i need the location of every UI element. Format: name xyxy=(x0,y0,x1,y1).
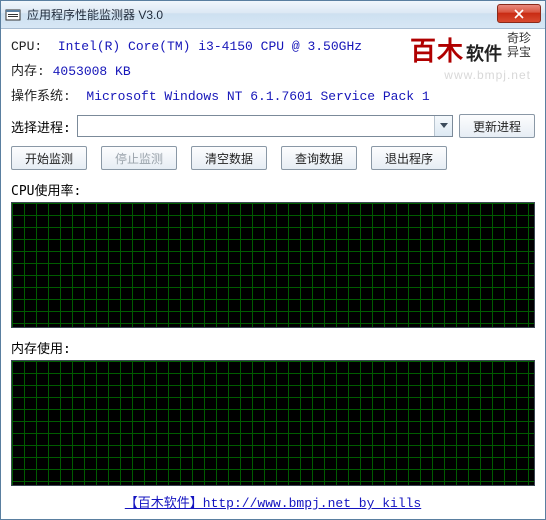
exit-button[interactable]: 退出程序 xyxy=(371,146,447,170)
footer-link[interactable]: 【百木软件】http://www.bmpj.net by kills xyxy=(11,492,535,511)
start-monitor-button[interactable]: 开始监测 xyxy=(11,146,87,170)
client-area: 百木软件 奇珍 异宝 www.bmpj.net CPU: Intel(R) Co… xyxy=(1,29,545,519)
brand-tag2: 异宝 xyxy=(507,45,531,59)
close-button[interactable] xyxy=(497,4,541,23)
process-row: 选择进程: 更新进程 xyxy=(11,114,535,138)
clear-data-button[interactable]: 清空数据 xyxy=(191,146,267,170)
brand-logo: 百木软件 奇珍 异宝 www.bmpj.net xyxy=(410,31,531,82)
process-label: 选择进程: xyxy=(11,117,71,136)
cpu-usage-graph xyxy=(11,202,535,328)
process-combobox[interactable] xyxy=(77,115,453,137)
stop-monitor-button: 停止监测 xyxy=(101,146,177,170)
process-input[interactable] xyxy=(78,116,434,136)
window-title: 应用程序性能监测器 V3.0 xyxy=(27,6,163,23)
brand-url: www.bmpj.net xyxy=(410,68,531,82)
brand-red: 百木 xyxy=(410,37,464,66)
refresh-process-button[interactable]: 更新进程 xyxy=(459,114,535,138)
app-window: 应用程序性能监测器 V3.0 百木软件 奇珍 异宝 www.bmpj.net C… xyxy=(0,0,546,520)
app-icon xyxy=(5,7,21,23)
cpu-section-label: CPU使用率: xyxy=(11,180,535,199)
dropdown-button[interactable] xyxy=(434,116,452,136)
memory-usage-graph xyxy=(11,360,535,486)
os-info: 操作系统: Microsoft Windows NT 6.1.7601 Serv… xyxy=(11,85,535,104)
brand-black: 软件 xyxy=(466,44,502,64)
query-data-button[interactable]: 查询数据 xyxy=(281,146,357,170)
chevron-down-icon xyxy=(440,123,448,129)
titlebar[interactable]: 应用程序性能监测器 V3.0 xyxy=(1,1,545,29)
mem-section-label: 内存使用: xyxy=(11,338,535,357)
brand-tag1: 奇珍 xyxy=(507,31,531,45)
button-row: 开始监测 停止监测 清空数据 查询数据 退出程序 xyxy=(11,146,535,170)
